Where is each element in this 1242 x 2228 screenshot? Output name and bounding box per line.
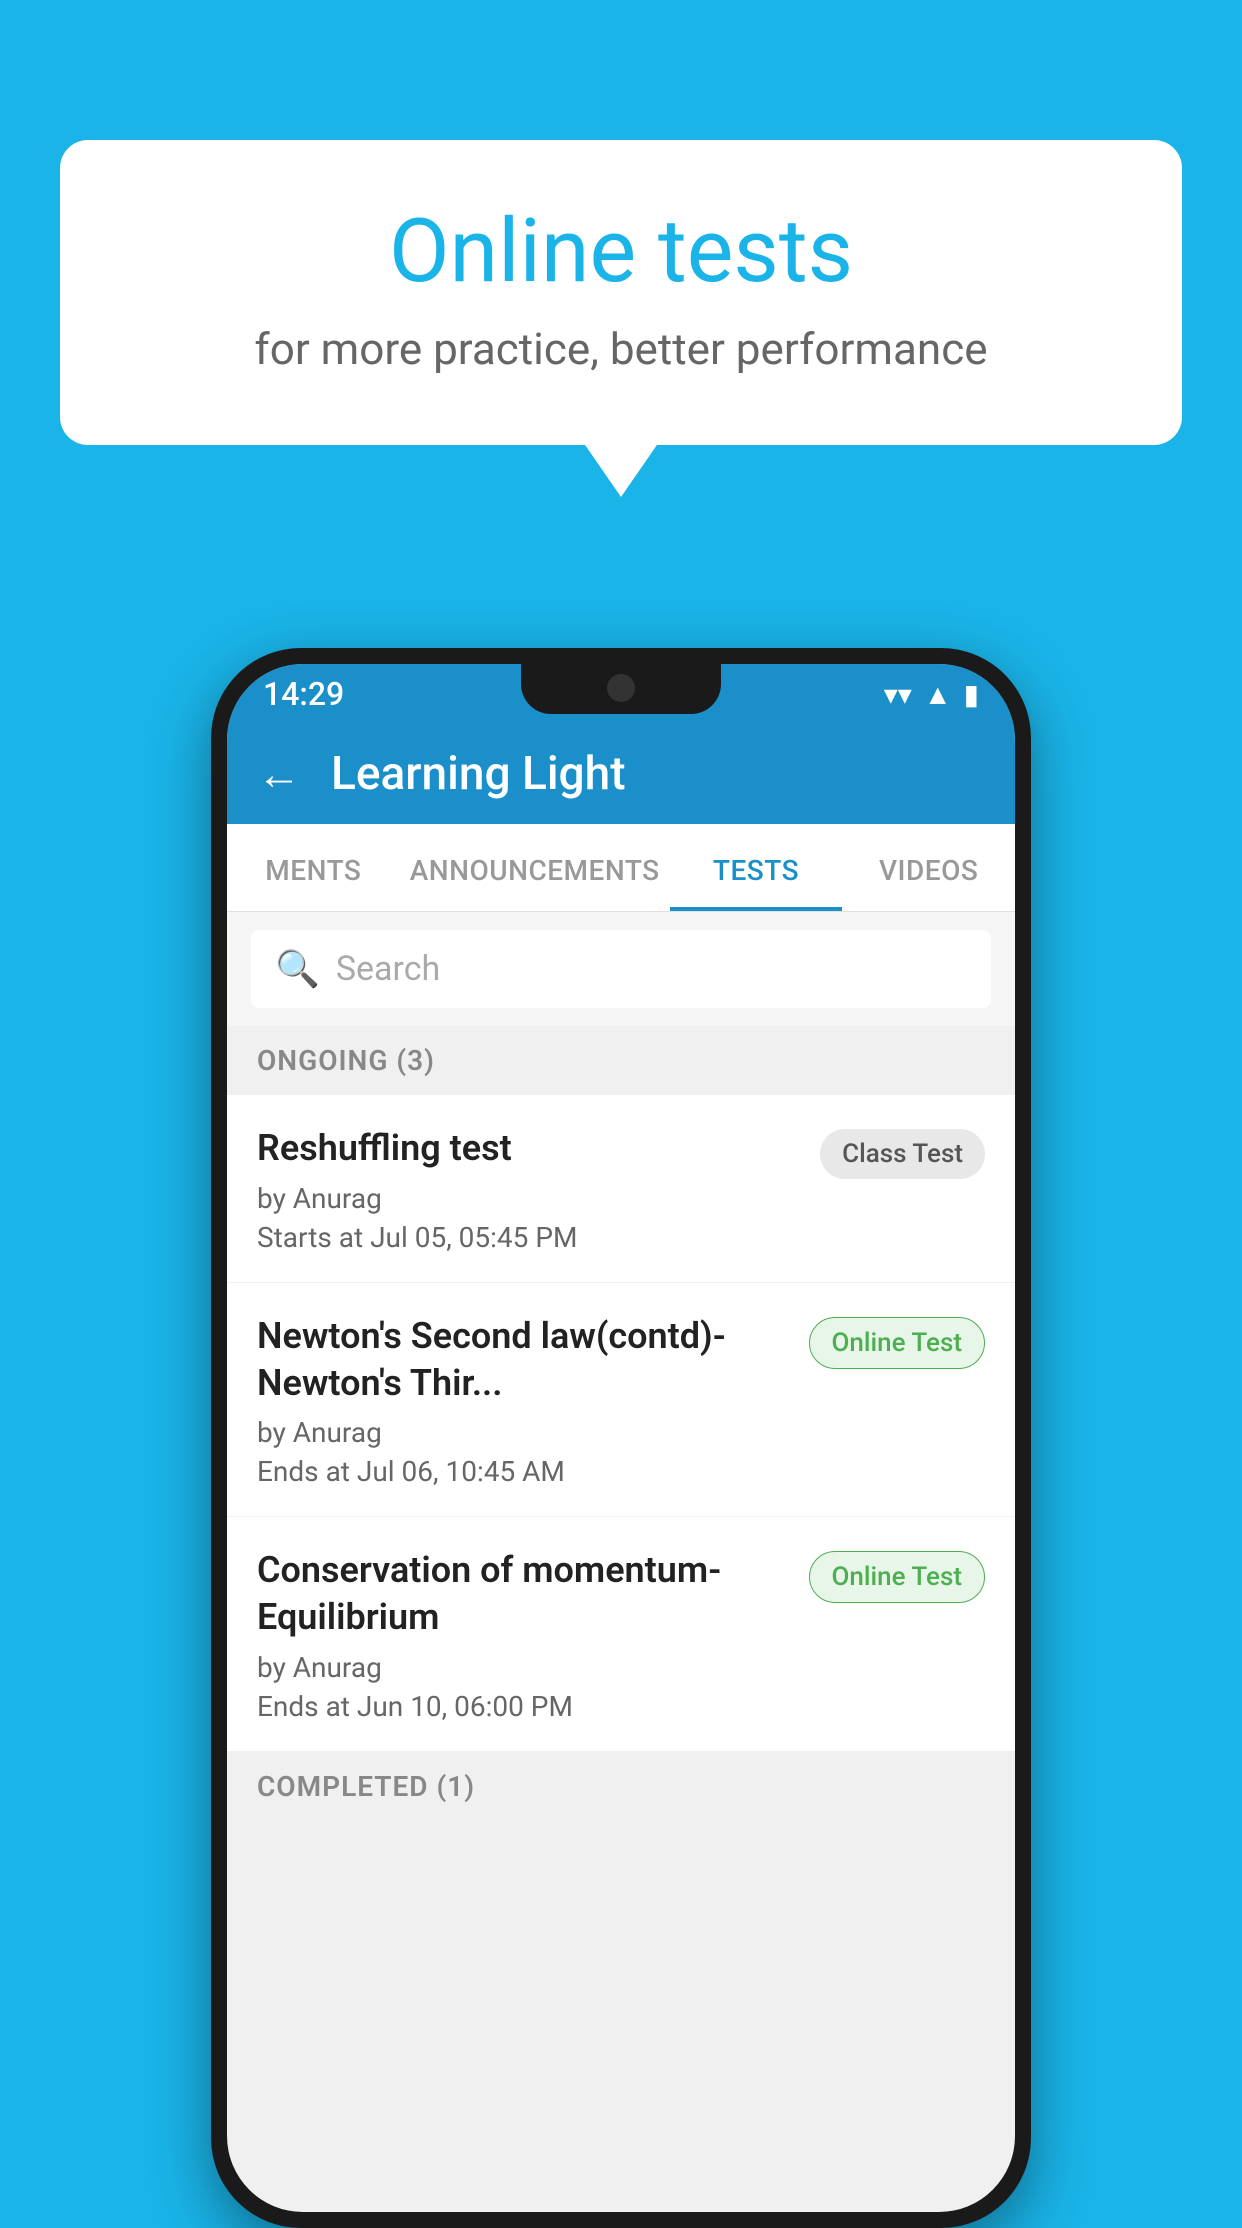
phone-frame: 14:29 ▾▾ ▲ ▮ ← Learning Light MENTS ANNO… — [211, 648, 1031, 2228]
search-bar[interactable]: 🔍 Search — [251, 930, 991, 1008]
back-button[interactable]: ← — [257, 748, 301, 800]
tab-ments[interactable]: MENTS — [227, 824, 400, 911]
test-badge-online: Online Test — [809, 1317, 986, 1369]
test-name: Reshuffling test — [257, 1125, 800, 1172]
test-badge-class: Class Test — [820, 1129, 985, 1179]
app-title: Learning Light — [331, 747, 626, 801]
test-date: Starts at Jul 05, 05:45 PM — [257, 1221, 800, 1254]
test-date: Ends at Jul 06, 10:45 AM — [257, 1455, 789, 1488]
app-bar: ← Learning Light — [227, 724, 1015, 824]
test-info: Conservation of momentum-Equilibrium by … — [257, 1547, 789, 1723]
test-name: Newton's Second law(contd)-Newton's Thir… — [257, 1313, 789, 1407]
test-item[interactable]: Newton's Second law(contd)-Newton's Thir… — [227, 1283, 1015, 1518]
test-by: by Anurag — [257, 1182, 800, 1215]
test-item[interactable]: Reshuffling test by Anurag Starts at Jul… — [227, 1095, 1015, 1283]
tabs-container: MENTS ANNOUNCEMENTS TESTS VIDEOS — [227, 824, 1015, 912]
tab-announcements[interactable]: ANNOUNCEMENTS — [400, 824, 670, 911]
speech-bubble-subtitle: for more practice, better performance — [140, 323, 1102, 375]
search-input[interactable]: Search — [336, 949, 967, 989]
test-by: by Anurag — [257, 1651, 789, 1684]
test-date: Ends at Jun 10, 06:00 PM — [257, 1690, 789, 1723]
tab-tests[interactable]: TESTS — [670, 824, 843, 911]
speech-bubble-container: Online tests for more practice, better p… — [60, 140, 1182, 445]
tab-videos[interactable]: VIDEOS — [842, 824, 1015, 911]
phone-notch — [521, 664, 721, 714]
search-icon: 🔍 — [275, 948, 320, 990]
speech-bubble: Online tests for more practice, better p… — [60, 140, 1182, 445]
status-icons: ▾▾ ▲ ▮ — [884, 678, 979, 711]
battery-icon: ▮ — [964, 678, 979, 711]
test-info: Reshuffling test by Anurag Starts at Jul… — [257, 1125, 800, 1254]
test-item[interactable]: Conservation of momentum-Equilibrium by … — [227, 1517, 1015, 1752]
test-by: by Anurag — [257, 1416, 789, 1449]
wifi-icon: ▾▾ — [884, 678, 912, 711]
phone-screen: 14:29 ▾▾ ▲ ▮ ← Learning Light MENTS ANNO… — [227, 664, 1015, 2212]
signal-icon: ▲ — [924, 678, 952, 711]
completed-section-header: COMPLETED (1) — [227, 1752, 1015, 1821]
test-info: Newton's Second law(contd)-Newton's Thir… — [257, 1313, 789, 1489]
test-list: Reshuffling test by Anurag Starts at Jul… — [227, 1095, 1015, 1752]
front-camera — [607, 674, 635, 702]
search-container: 🔍 Search — [227, 912, 1015, 1026]
ongoing-section-header: ONGOING (3) — [227, 1026, 1015, 1095]
test-badge-online-2: Online Test — [809, 1551, 986, 1603]
speech-bubble-title: Online tests — [140, 200, 1102, 303]
status-time: 14:29 — [263, 675, 344, 713]
test-name: Conservation of momentum-Equilibrium — [257, 1547, 789, 1641]
